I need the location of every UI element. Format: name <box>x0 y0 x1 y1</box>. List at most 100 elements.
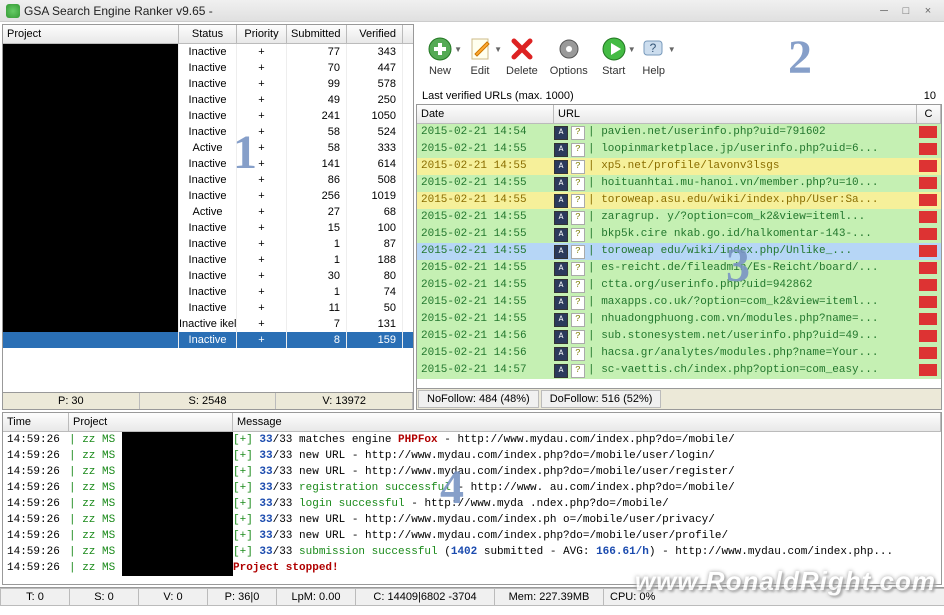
project-row[interactable]: Inactive+174 <box>3 284 413 300</box>
status-lpm: LpM: 0.00 <box>276 588 356 606</box>
nofollow-stat: NoFollow: 484 (48%) <box>418 390 539 408</box>
project-row[interactable]: Inactive+2411050 <box>3 108 413 124</box>
options-button[interactable]: Options <box>550 35 588 77</box>
delete-button[interactable]: Delete <box>506 35 538 77</box>
url-row[interactable]: 2015-02-21 14:55A?| toroweap.asu.edu/wik… <box>417 192 941 209</box>
col-submitted[interactable]: Submitted <box>287 25 347 43</box>
maximize-button[interactable]: □ <box>896 4 916 18</box>
url-row[interactable]: 2015-02-21 14:55A?| ctta.org/userinfo.ph… <box>417 277 941 294</box>
log-row[interactable]: 14:59:26| zz MS [+] 33/33 new URL - http… <box>3 528 941 544</box>
flag-icon <box>919 194 937 206</box>
project-row[interactable]: Active+2768 <box>3 204 413 220</box>
log-row[interactable]: 14:59:26| zz MS [+] 33/33 matches engine… <box>3 432 941 448</box>
log-row[interactable]: 14:59:26| zz MS [+] 33/33 new URL - http… <box>3 448 941 464</box>
col-url[interactable]: URL <box>554 105 917 123</box>
flag-icon <box>919 245 937 257</box>
log-row[interactable]: 14:59:26| zz MS [+] 33/33 new URL - http… <box>3 512 941 528</box>
help-icon: ? <box>640 35 668 63</box>
flag-icon <box>919 160 937 172</box>
col-c[interactable]: C <box>917 105 941 123</box>
url-row[interactable]: 2015-02-21 14:55A?| toroweap edu/wiki/in… <box>417 243 941 260</box>
project-row[interactable]: Inactive+77343 <box>3 44 413 60</box>
col-date[interactable]: Date <box>417 105 554 123</box>
chevron-down-icon[interactable]: ▼ <box>454 45 462 54</box>
flag-icon <box>919 296 937 308</box>
log-body[interactable]: 14:59:26| zz MS [+] 33/33 matches engine… <box>3 432 941 584</box>
app-icon <box>6 4 20 18</box>
url-body[interactable]: 2015-02-21 14:54A?| pavien.net/userinfo.… <box>417 124 941 388</box>
chevron-down-icon[interactable]: ▼ <box>628 45 636 54</box>
project-row[interactable]: Inactive ikel ...+7131 <box>3 316 413 332</box>
svg-text:?: ? <box>649 41 656 55</box>
col-verified[interactable]: Verified <box>347 25 403 43</box>
url-row[interactable]: 2015-02-21 14:55A?| zaragrup. y/?option=… <box>417 209 941 226</box>
project-row[interactable]: Active+58333 <box>3 140 413 156</box>
url-row[interactable]: 2015-02-21 14:55A?| hoituanhtai.mu-hanoi… <box>417 175 941 192</box>
flag-icon <box>919 330 937 342</box>
project-row[interactable]: Inactive+187 <box>3 236 413 252</box>
col-project[interactable]: Project <box>3 25 179 43</box>
url-list-title: Last verified URLs (max. 1000) 10 <box>416 88 942 104</box>
url-row[interactable]: 2015-02-21 14:56A?| sub.stonesystem.net/… <box>417 328 941 345</box>
url-row[interactable]: 2015-02-21 14:56A?| hacsa.gr/analytes/mo… <box>417 345 941 362</box>
projects-stats: P: 30 S: 2548 V: 13972 <box>3 392 413 409</box>
log-panel: Time Project Message 14:59:26| zz MS [+]… <box>2 412 942 585</box>
status-v: V: 0 <box>138 588 208 606</box>
toolbar: New▼ Edit▼ Delete Options Start▼ ?Help▼ <box>416 24 942 88</box>
edit-button[interactable]: Edit▼ <box>466 35 494 77</box>
project-row[interactable]: Inactive+3080 <box>3 268 413 284</box>
url-row[interactable]: 2015-02-21 14:55A?| es-reicht.de/fileadm… <box>417 260 941 277</box>
log-row[interactable]: 14:59:26| zz MS [+] 33/33 login successf… <box>3 496 941 512</box>
stat-p: P: 30 <box>3 393 140 409</box>
project-row[interactable]: Inactive+1188 <box>3 252 413 268</box>
log-header: Time Project Message <box>3 413 941 432</box>
project-row[interactable]: Inactive+15100 <box>3 220 413 236</box>
chevron-down-icon[interactable]: ▼ <box>668 45 676 54</box>
url-row[interactable]: 2015-02-21 14:57A?| sc-vaettis.ch/index.… <box>417 362 941 379</box>
minimize-button[interactable]: ─ <box>874 4 894 18</box>
project-row[interactable]: Inactive+70447 <box>3 60 413 76</box>
status-s: S: 0 <box>69 588 139 606</box>
project-row[interactable]: Inactive+141614 <box>3 156 413 172</box>
flag-icon <box>919 126 937 138</box>
col-priority[interactable]: Priority <box>237 25 287 43</box>
status-bar: T: 0 S: 0 V: 0 P: 36|0 LpM: 0.00 C: 1440… <box>0 587 944 606</box>
project-row[interactable]: Inactive+58524 <box>3 124 413 140</box>
project-row[interactable]: Inactive+86508 <box>3 172 413 188</box>
flag-icon <box>919 228 937 240</box>
log-row[interactable]: 14:59:26| zz MS [+] 33/33 new URL - http… <box>3 464 941 480</box>
col-message[interactable]: Message <box>233 413 941 431</box>
url-row[interactable]: 2015-02-21 14:55A?| loopinmarketplace.jp… <box>417 141 941 158</box>
url-row[interactable]: 2015-02-21 14:55A?| maxapps.co.uk/?optio… <box>417 294 941 311</box>
col-time[interactable]: Time <box>3 413 69 431</box>
project-row[interactable]: Inactive+49250 <box>3 92 413 108</box>
right-panel: New▼ Edit▼ Delete Options Start▼ ?Help▼ Last … <box>416 24 942 410</box>
project-row[interactable]: Inactive+1150 <box>3 300 413 316</box>
project-row[interactable]: Inactive+99578 <box>3 76 413 92</box>
stat-v: V: 13972 <box>276 393 413 409</box>
url-row[interactable]: 2015-02-21 14:54A?| pavien.net/userinfo.… <box>417 124 941 141</box>
url-row[interactable]: 2015-02-21 14:55A?| nhuadongphuong.com.v… <box>417 311 941 328</box>
log-row[interactable]: 14:59:26| zz MS [+] 33/33 submission suc… <box>3 544 941 560</box>
help-button[interactable]: ?Help▼ <box>640 35 668 77</box>
status-cpu: CPU: 0% <box>603 588 944 606</box>
play-icon <box>600 35 628 63</box>
col-project[interactable]: Project <box>69 413 233 431</box>
project-row[interactable]: Inactive+2561019 <box>3 188 413 204</box>
flag-icon <box>919 143 937 155</box>
url-row[interactable]: 2015-02-21 14:55A?| xp5.net/profile/lavo… <box>417 158 941 175</box>
projects-body[interactable]: Inactive+77343Inactive+70447Inactive+995… <box>3 44 413 392</box>
new-button[interactable]: New▼ <box>426 35 454 77</box>
chevron-down-icon[interactable]: ▼ <box>494 45 502 54</box>
col-status[interactable]: Status <box>179 25 237 43</box>
project-row[interactable]: Inactive+8159 <box>3 332 413 348</box>
stat-s: S: 2548 <box>140 393 277 409</box>
x-icon <box>508 35 536 63</box>
url-row[interactable]: 2015-02-21 14:55A?| bkp5k.cire nkab.go.i… <box>417 226 941 243</box>
close-button[interactable]: × <box>918 4 938 18</box>
log-row[interactable]: 14:59:26| zz MS Project stopped! <box>3 560 941 576</box>
flag-icon <box>919 211 937 223</box>
flag-icon <box>919 313 937 325</box>
start-button[interactable]: Start▼ <box>600 35 628 77</box>
log-row[interactable]: 14:59:26| zz MS [+] 33/33 registration s… <box>3 480 941 496</box>
